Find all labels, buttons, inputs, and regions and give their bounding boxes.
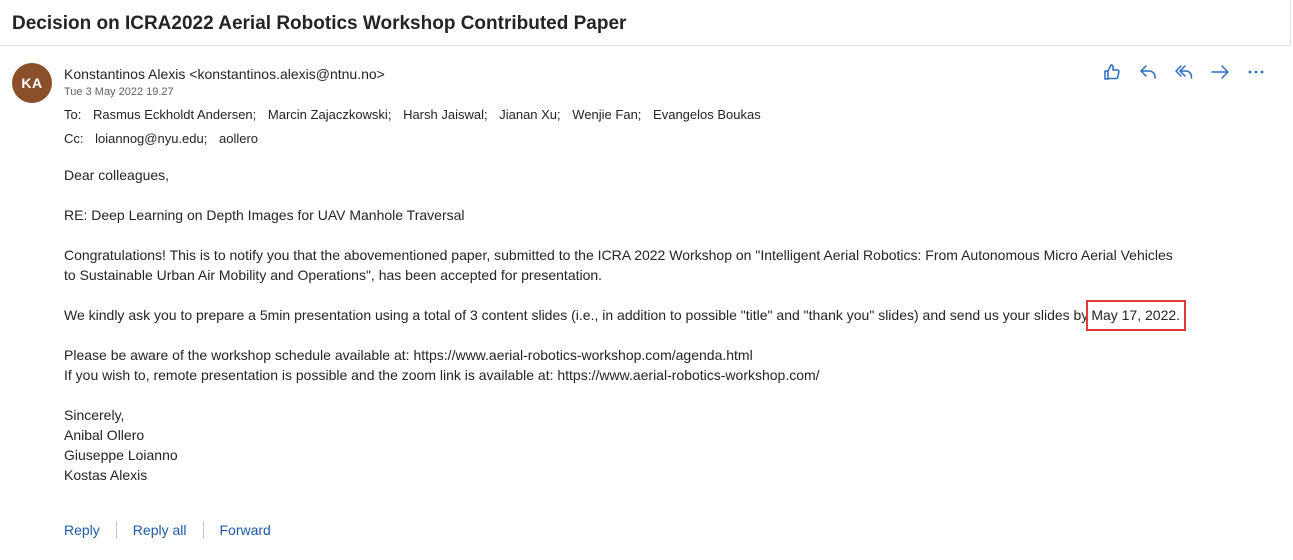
forward-arrow-icon [1211, 65, 1229, 79]
paragraph-line: to Sustainable Urban Air Mobility and Op… [64, 267, 603, 283]
thumbs-up-icon [1104, 64, 1120, 80]
message-actions [1097, 60, 1271, 84]
sent-date: Tue 3 May 2022 19.27 [64, 86, 174, 98]
like-button[interactable] [1097, 60, 1127, 84]
divider [202, 521, 204, 539]
recipient[interactable]: Jianan Xu; [499, 107, 560, 122]
recipient[interactable]: loiannog@nyu.edu; [95, 131, 207, 146]
paragraph-line: Congratulations! This is to notify you t… [64, 247, 1173, 263]
recipient[interactable]: Harsh Jaiswal; [403, 107, 488, 122]
reply-all-button[interactable] [1169, 60, 1199, 84]
forward-button[interactable] [1205, 60, 1235, 84]
cc-label: Cc: [64, 131, 84, 146]
divider [115, 521, 117, 539]
recipient[interactable]: aollero [219, 131, 258, 146]
email-subject: Decision on ICRA2022 Aerial Robotics Wor… [12, 13, 627, 34]
to-label: To: [64, 107, 82, 122]
recipient[interactable]: Evangelos Boukas [653, 107, 761, 122]
reply-all-link[interactable]: Reply all [133, 522, 187, 538]
forward-link[interactable]: Forward [220, 522, 271, 538]
footer-actions: Reply Reply all Forward [64, 521, 271, 539]
reply-all-icon [1175, 65, 1193, 79]
reply-icon [1140, 65, 1156, 79]
signature-name: Anibal Ollero [64, 427, 145, 443]
cc-recipients: Cc: loiannog@nyu.edu; aollero [64, 131, 258, 146]
recipient[interactable]: Rasmus Eckholdt Andersen; [93, 107, 256, 122]
deadline-paragraph: We kindly ask you to prepare a 5min pres… [64, 300, 1187, 331]
greeting: Dear colleagues, [64, 167, 170, 183]
deadline-highlight: May 17, 2022. [1086, 300, 1187, 331]
subject-bar: Decision on ICRA2022 Aerial Robotics Wor… [0, 0, 1291, 46]
re-line: RE: Deep Learning on Depth Images for UA… [64, 207, 465, 223]
to-recipients: To: Rasmus Eckholdt Andersen; Marcin Zaj… [64, 107, 761, 122]
paragraph-text: We kindly ask you to prepare a 5min pres… [64, 307, 1089, 323]
recipient[interactable]: Wenjie Fan; [572, 107, 641, 122]
more-icon [1248, 70, 1264, 74]
paragraph-line: If you wish to, remote presentation is p… [64, 367, 820, 383]
reply-link[interactable]: Reply [64, 522, 100, 538]
recipient[interactable]: Marcin Zajaczkowski; [268, 107, 392, 122]
more-actions-button[interactable] [1241, 60, 1271, 84]
reply-button[interactable] [1133, 60, 1163, 84]
sender-name[interactable]: Konstantinos Alexis <konstantinos.alexis… [64, 66, 385, 82]
sender-avatar[interactable]: KA [12, 63, 52, 103]
closing: Sincerely, [64, 407, 125, 423]
signature-name: Giuseppe Loianno [64, 447, 178, 463]
paragraph-line: Please be aware of the workshop schedule… [64, 347, 753, 363]
signature-name: Kostas Alexis [64, 467, 148, 483]
